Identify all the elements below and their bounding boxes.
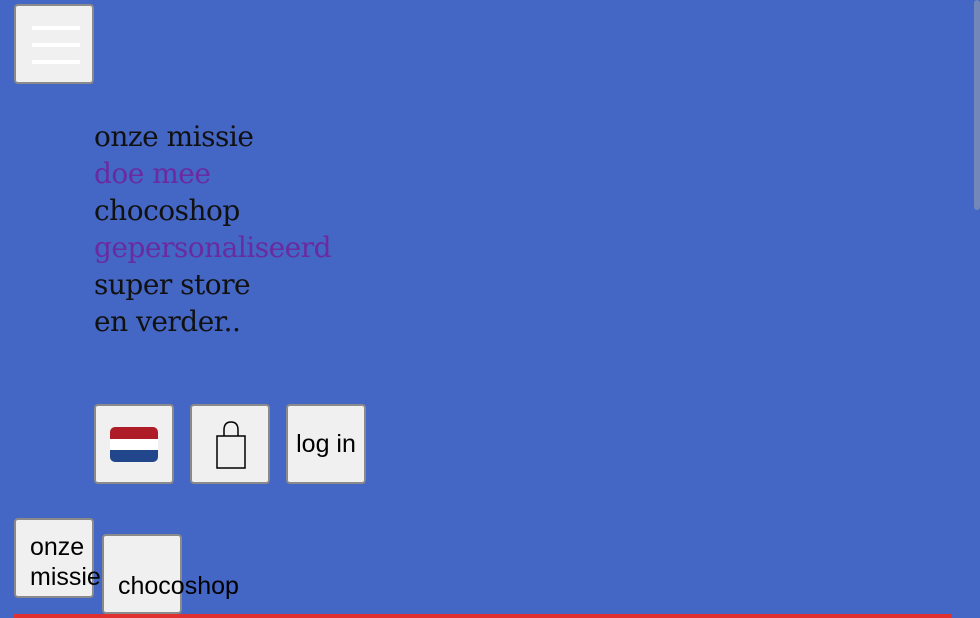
nav-item-doe-mee: doe mee (94, 155, 331, 192)
nav-link-chocoshop[interactable]: chocoshop (94, 194, 240, 227)
nav-link-gepersonaliseerd[interactable]: gepersonaliseerd (94, 231, 332, 264)
nav-link-en-verder[interactable]: en verder.. (94, 305, 241, 338)
nav-item-en-verder: en verder.. (94, 303, 331, 340)
cart-button[interactable] (190, 404, 270, 484)
chocoshop-button[interactable]: chocoshop (102, 534, 239, 614)
nav-item-gepersonaliseerd: gepersonaliseerd (94, 229, 332, 266)
page: onze missie doe mee chocoshop gepersonal… (0, 0, 980, 618)
nav-item-onze-missie: onze missie (94, 118, 331, 155)
nav-link-super-store[interactable]: super store (94, 268, 251, 301)
scrollbar[interactable] (974, 0, 980, 210)
language-button[interactable] (94, 404, 174, 484)
main-nav: onze missie doe mee chocoshop gepersonal… (94, 118, 332, 340)
nav-item-chocoshop: chocoshop (94, 192, 331, 229)
login-button[interactable]: log in (286, 404, 366, 484)
nav-link-doe-mee[interactable]: doe mee (94, 157, 211, 190)
accent-divider (14, 614, 952, 618)
netherlands-flag-icon (110, 427, 158, 462)
menu-button[interactable] (14, 4, 94, 84)
onze-missie-button[interactable]: onze missie (14, 518, 101, 598)
nav-link-onze-missie[interactable]: onze missie (94, 120, 254, 153)
nav-item-super-store: super store (94, 266, 331, 303)
